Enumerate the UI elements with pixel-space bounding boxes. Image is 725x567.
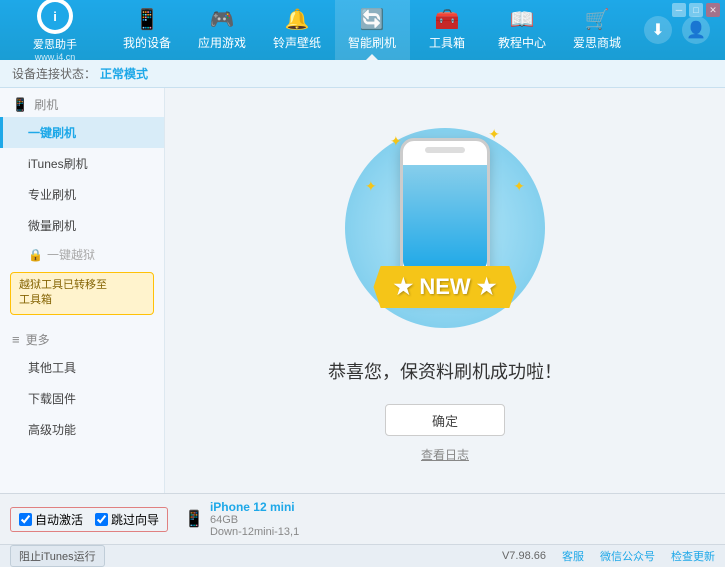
sparkle-4: ✦	[365, 178, 377, 195]
tutorials-icon: 📖	[510, 10, 535, 30]
top-nav-bar: i 爱思助手 www.i4.cn 📱 我的设备 🎮 应用游戏 🔔 铃声壁纸 🔄 …	[0, 0, 725, 60]
user-button[interactable]: 👤	[682, 16, 710, 44]
nav-toolbox-label: 工具箱	[429, 34, 465, 51]
more-section-header: ≡ 更多	[0, 323, 164, 352]
auto-detect-label: 自动激活	[35, 511, 83, 528]
nav-my-device[interactable]: 📱 我的设备	[110, 0, 185, 60]
status-bar: 设备连接状态： 正常模式	[0, 60, 725, 88]
check-update-link[interactable]: 检查更新	[671, 548, 715, 564]
app-title: 爱思助手	[33, 36, 77, 52]
nav-toolbox[interactable]: 🧰 工具箱	[410, 0, 485, 60]
device-details: iPhone 12 mini 64GB Down-12mini-13,1	[210, 500, 299, 538]
phone-screen	[403, 165, 487, 271]
notice-text: 越狱工具已转移至工具箱	[19, 279, 107, 306]
nav-tutorials[interactable]: 📖 教程中心	[485, 0, 560, 60]
nav-tutorials-label: 教程中心	[498, 34, 546, 51]
sidebar-one-click-flash[interactable]: 一键刷机	[0, 117, 164, 148]
fans-store-icon: 🛒	[585, 10, 610, 30]
more-icon: ≡	[12, 332, 20, 347]
nav-ringtones-label: 铃声壁纸	[273, 34, 321, 51]
logo-inner: i	[41, 2, 69, 30]
jailbreak-notice: 越狱工具已转移至工具箱	[10, 272, 154, 315]
stop-itunes-button[interactable]: 阻止iTunes运行	[10, 545, 105, 567]
apps-games-icon: 🎮	[210, 10, 235, 30]
ringtones-icon: 🔔	[285, 10, 310, 30]
bottom-left-area: 阻止iTunes运行	[10, 545, 105, 567]
device-name: iPhone 12 mini	[210, 500, 299, 514]
nav-apps-games-label: 应用游戏	[198, 34, 246, 51]
skip-wizard-label: 跳过向导	[111, 511, 159, 528]
nav-fans-store-label: 爱思商城	[573, 34, 621, 51]
app-logo: i 爱思助手 www.i4.cn	[10, 0, 100, 62]
top-right-area: ⬇ 👤	[644, 16, 715, 44]
sidebar-download-firmware[interactable]: 下载固件	[0, 383, 164, 414]
skip-wizard-input[interactable]	[95, 513, 108, 526]
jailbreak-label: 一键越狱	[47, 246, 95, 263]
app-subtitle: www.i4.cn	[35, 52, 76, 62]
bottom-main-row: 自动激活 跳过向导 📱 iPhone 12 mini 64GB Down-12m…	[0, 494, 725, 544]
success-title: 恭喜您，保资料刷机成功啦！	[328, 358, 562, 384]
skip-wizard-checkbox[interactable]: 跳过向导	[95, 511, 159, 528]
minimize-button[interactable]: ─	[672, 3, 686, 17]
checkbox-group: 自动激活 跳过向导	[10, 507, 168, 532]
close-button[interactable]: ✕	[706, 3, 720, 17]
flash-section-header: 📱 刷机	[0, 88, 164, 117]
device-phone-icon: 📱	[184, 509, 204, 529]
nav-smart-flash[interactable]: 🔄 智能刷机	[335, 0, 410, 60]
sidebar-pro-flash[interactable]: 专业刷机	[0, 179, 164, 210]
new-banner: ★ NEW ★	[374, 266, 517, 308]
view-log-link[interactable]: 查看日志	[421, 446, 469, 463]
confirm-button[interactable]: 确定	[385, 404, 505, 436]
more-section-title: 更多	[26, 331, 50, 348]
bottom-status-bar: 阻止iTunes运行 V7.98.66 客服 微信公众号 检查更新	[0, 544, 725, 567]
bottom-area: 自动激活 跳过向导 📱 iPhone 12 mini 64GB Down-12m…	[0, 493, 725, 565]
auto-detect-input[interactable]	[19, 513, 32, 526]
sidebar: 📱 刷机 一键刷机 iTunes刷机 专业刷机 微量刷机 🔒 一键越狱 越狱工具…	[0, 88, 165, 493]
sparkle-3: ✦	[513, 178, 525, 195]
nav-items: 📱 我的设备 🎮 应用游戏 🔔 铃声壁纸 🔄 智能刷机 🧰 工具箱 📖	[100, 0, 644, 60]
main-content: 📱 刷机 一键刷机 iTunes刷机 专业刷机 微量刷机 🔒 一键越狱 越狱工具…	[0, 88, 725, 493]
flash-icon: 📱	[12, 97, 28, 113]
device-info: 📱 iPhone 12 mini 64GB Down-12mini-13,1	[184, 500, 299, 538]
lock-icon: 🔒	[28, 248, 43, 262]
sidebar-itunes-flash[interactable]: iTunes刷机	[0, 148, 164, 179]
toolbox-icon: 🧰	[435, 10, 460, 30]
sidebar-advanced[interactable]: 高级功能	[0, 414, 164, 445]
bottom-right-area: V7.98.66 客服 微信公众号 检查更新	[502, 548, 715, 564]
smart-flash-icon: 🔄	[360, 10, 385, 30]
sparkle-2: ✦	[488, 126, 500, 143]
nav-ringtones[interactable]: 🔔 铃声壁纸	[260, 0, 335, 60]
nav-smart-flash-label: 智能刷机	[348, 34, 396, 51]
device-firmware: Down-12mini-13,1	[210, 526, 299, 538]
status-label: 设备连接状态：	[12, 65, 96, 82]
wechat-public-link[interactable]: 微信公众号	[600, 548, 655, 564]
device-storage: 64GB	[210, 514, 299, 526]
status-value: 正常模式	[100, 65, 148, 82]
nav-my-device-label: 我的设备	[123, 34, 171, 51]
sidebar-data-flash[interactable]: 微量刷机	[0, 210, 164, 241]
content-area: ✦ ✦ ✦ ✦ ★ NEW ★ 恭喜您，保资料刷机成功啦！ 确定	[165, 88, 725, 493]
download-button[interactable]: ⬇	[644, 16, 672, 44]
window-controls: ─ □ ✕	[672, 3, 720, 17]
nav-fans-store[interactable]: 🛒 爱思商城	[560, 0, 635, 60]
nav-apps-games[interactable]: 🎮 应用游戏	[185, 0, 260, 60]
my-device-icon: 📱	[135, 10, 160, 30]
flash-section-title: 刷机	[34, 96, 58, 113]
maximize-button[interactable]: □	[689, 3, 703, 17]
logo-circle: i	[37, 0, 73, 34]
customer-service-link[interactable]: 客服	[562, 548, 584, 564]
sidebar-other-tools[interactable]: 其他工具	[0, 352, 164, 383]
auto-detect-checkbox[interactable]: 自动激活	[19, 511, 83, 528]
version-label: V7.98.66	[502, 550, 546, 562]
sidebar-locked-jailbreak: 🔒 一键越狱	[0, 241, 164, 268]
phone-illustration: ✦ ✦ ✦ ✦ ★ NEW ★	[335, 118, 555, 338]
